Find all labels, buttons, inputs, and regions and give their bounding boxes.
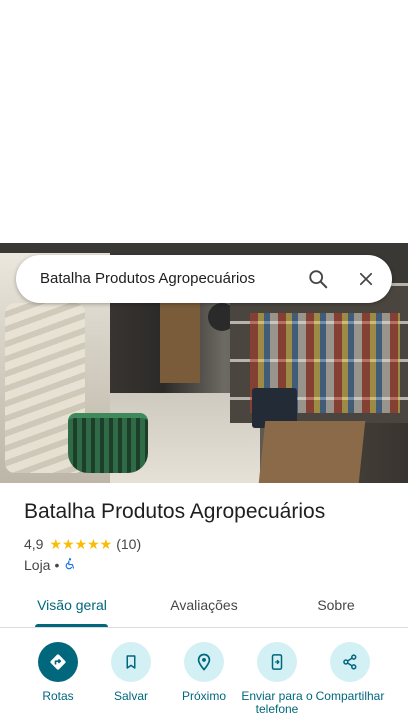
bookmark-icon[interactable]: [111, 642, 151, 682]
directions-label: Rotas: [42, 689, 74, 703]
nearby-icon[interactable]: [184, 642, 224, 682]
share-label: Compartilhar: [315, 689, 385, 703]
directions-button[interactable]: Rotas: [18, 640, 98, 703]
save-label: Salvar: [113, 689, 148, 703]
search-query[interactable]: Batalha Produtos Agropecuários: [40, 255, 255, 303]
category-row: Loja •: [24, 556, 77, 574]
tab-avaliacoes[interactable]: Avaliações: [152, 584, 256, 628]
send-to-phone-icon[interactable]: [257, 642, 297, 682]
rating-value: 4,9: [24, 536, 44, 552]
directions-icon[interactable]: [38, 642, 78, 682]
send-to-phone-button[interactable]: Enviar para o telefone: [237, 640, 317, 716]
review-count[interactable]: (10): [116, 536, 141, 552]
close-icon[interactable]: [350, 263, 382, 295]
tab-sobre[interactable]: Sobre: [284, 584, 388, 628]
star-rating: ★★★★★: [49, 536, 113, 552]
map-area: [0, 0, 408, 243]
category-label: Loja: [24, 557, 51, 573]
nearby-label: Próximo: [181, 689, 226, 703]
nearby-button[interactable]: Próximo: [164, 640, 244, 703]
share-icon[interactable]: [330, 642, 370, 682]
place-title: Batalha Produtos Agropecuários: [24, 500, 326, 523]
wheelchair-icon: [63, 557, 77, 574]
action-buttons: Rotas Salvar Próximo Enviar para o telef…: [0, 640, 408, 726]
share-button[interactable]: Compartilhar: [310, 640, 390, 703]
place-tabs: Visão geral Avaliações Sobre: [0, 584, 408, 628]
active-tab-indicator: [35, 624, 108, 627]
search-bar[interactable]: Batalha Produtos Agropecuários: [16, 255, 392, 303]
save-button[interactable]: Salvar: [91, 640, 171, 703]
separator-dot: •: [54, 557, 60, 573]
rating-row[interactable]: 4,9 ★★★★★ (10): [24, 535, 141, 553]
search-icon[interactable]: [302, 263, 334, 295]
send-to-phone-label: Enviar para o telefone: [241, 689, 313, 716]
tab-visao-geral[interactable]: Visão geral: [20, 584, 124, 628]
